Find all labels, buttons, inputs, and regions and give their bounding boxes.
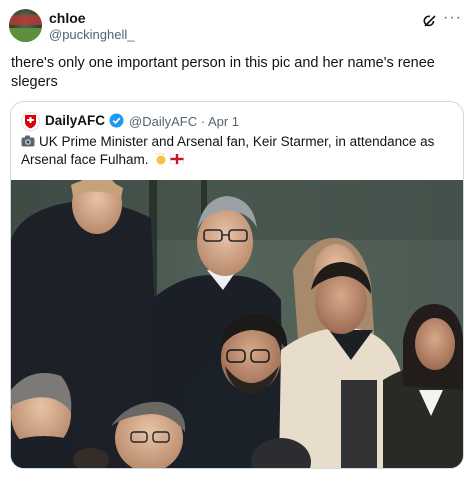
- quoted-handle[interactable]: @DailyAFC: [129, 114, 197, 129]
- quoted-handle-date[interactable]: @DailyAFC · Apr 1: [129, 114, 239, 129]
- author-handle[interactable]: @puckinghell_: [49, 27, 134, 42]
- england-flag-icon: [170, 153, 185, 165]
- verified-icon: [109, 113, 124, 128]
- post: chloe @puckinghell_ ··· there's only one…: [0, 0, 474, 477]
- quoted-post[interactable]: DailyAFC @DailyAFC · Apr 1 UK Prime Mini…: [10, 101, 464, 469]
- author-avatar[interactable]: [9, 9, 42, 42]
- quoted-text: UK Prime Minister and Arsenal fan, Keir …: [21, 133, 457, 169]
- separator: ·: [200, 114, 206, 129]
- quoted-display-name[interactable]: DailyAFC: [45, 113, 105, 128]
- quoted-avatar[interactable]: [21, 112, 40, 131]
- clap-icon: [155, 153, 166, 165]
- more-icon[interactable]: ···: [443, 10, 461, 27]
- quoted-date[interactable]: Apr 1: [208, 114, 239, 129]
- camera-icon: [21, 135, 35, 147]
- grok-icon[interactable]: [421, 12, 439, 30]
- quoted-text-body: UK Prime Minister and Arsenal fan, Keir …: [21, 134, 435, 167]
- arsenal-crest-icon: [25, 115, 36, 129]
- stadium-photo[interactable]: [11, 180, 463, 468]
- author-display-name[interactable]: chloe: [49, 10, 86, 26]
- post-text: there's only one important person in thi…: [11, 55, 435, 90]
